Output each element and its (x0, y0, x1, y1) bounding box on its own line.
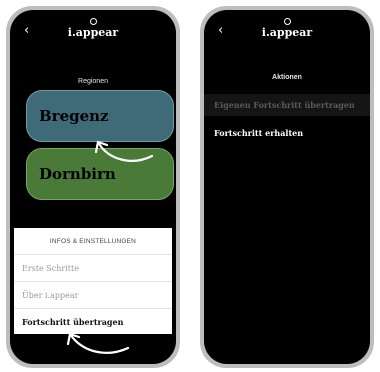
sheet-title: INFOS & EINSTELLUNGEN (14, 228, 172, 255)
logo-ring-icon (89, 18, 97, 25)
app-logo: i.appear (10, 18, 176, 39)
section-title: Aktionen (272, 74, 302, 81)
logo-text: i.appear (261, 26, 313, 39)
settings-sheet: INFOS & EINSTELLUNGEN Erste Schritte Übe… (14, 228, 172, 334)
menu-item-receive-progress[interactable]: Fortschritt erhalten (204, 122, 370, 144)
logo-text: i.appear (67, 26, 119, 39)
app-logo: i.appear (204, 18, 370, 39)
top-bar: ‹ i.appear (10, 10, 176, 58)
screen-right: ‹ i.appear Aktionen Eigenen Fortschritt … (204, 10, 370, 364)
swipe-gesture-icon (94, 140, 154, 162)
sheet-item-first-steps[interactable]: Erste Schritte (14, 255, 172, 282)
region-label: Bregenz (39, 107, 109, 125)
top-bar: ‹ i.appear (204, 10, 370, 58)
menu-item-send-progress[interactable]: Eigenen Fortschritt übertragen (204, 94, 370, 116)
logo-ring-icon (283, 18, 291, 25)
region-button-bregenz[interactable]: Bregenz (26, 90, 174, 142)
phone-right: ‹ i.appear Aktionen Eigenen Fortschritt … (200, 6, 374, 368)
section-title: Regionen (78, 78, 108, 85)
screen-left: ‹ i.appear Regionen Bregenz Dornbirn INF… (10, 10, 176, 364)
sheet-item-about[interactable]: Über i.appear (14, 282, 172, 309)
phone-left: ‹ i.appear Regionen Bregenz Dornbirn INF… (6, 6, 180, 368)
swipe-gesture-icon (66, 332, 130, 354)
